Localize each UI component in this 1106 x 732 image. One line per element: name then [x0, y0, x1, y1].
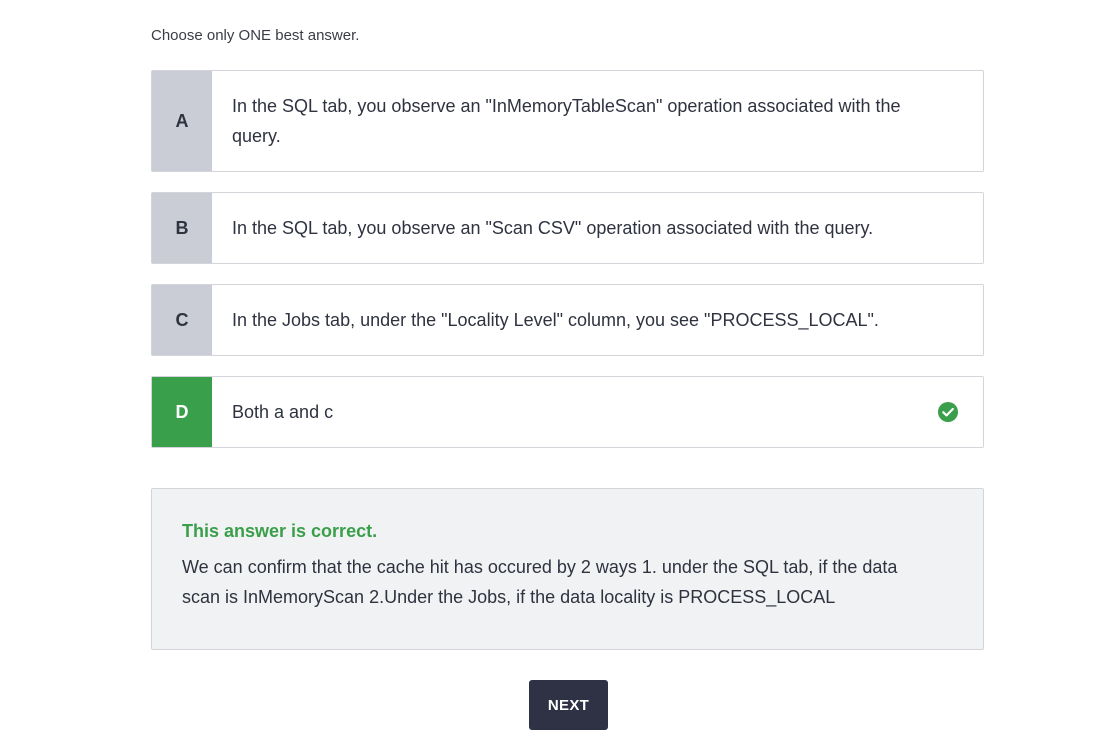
- option-text: In the Jobs tab, under the "Locality Lev…: [212, 285, 983, 355]
- check-circle-icon: [938, 402, 958, 422]
- option-letter-correct: D: [152, 377, 212, 447]
- option-c-label: In the Jobs tab, under the "Locality Lev…: [232, 310, 879, 330]
- option-a[interactable]: A In the SQL tab, you observe an "InMemo…: [151, 70, 984, 172]
- option-d-selected[interactable]: D Both a and c: [151, 376, 984, 448]
- option-b-label: In the SQL tab, you observe an "Scan CSV…: [232, 218, 874, 238]
- option-letter: C: [152, 285, 212, 355]
- option-text: In the SQL tab, you observe an "Scan CSV…: [212, 193, 983, 263]
- option-letter: A: [152, 71, 212, 171]
- explanation-text: We can confirm that the cache hit has oc…: [182, 557, 898, 607]
- option-d-label: Both a and c: [232, 402, 334, 422]
- option-a-label: In the SQL tab, you observe an "InMemory…: [232, 96, 901, 146]
- option-letter: B: [152, 193, 212, 263]
- quiz-page: Choose only ONE best answer. A In the SQ…: [0, 0, 1106, 732]
- option-text: In the SQL tab, you observe an "InMemory…: [212, 71, 983, 171]
- next-button[interactable]: NEXT: [529, 680, 608, 730]
- explanation-panel: This answer is correct. We can confirm t…: [151, 488, 984, 650]
- option-b[interactable]: B In the SQL tab, you observe an "Scan C…: [151, 192, 984, 264]
- instruction-text: Choose only ONE best answer.: [151, 27, 360, 44]
- option-c[interactable]: C In the Jobs tab, under the "Locality L…: [151, 284, 984, 356]
- option-text: Both a and c: [212, 377, 937, 447]
- result-title: This answer is correct.: [182, 521, 378, 541]
